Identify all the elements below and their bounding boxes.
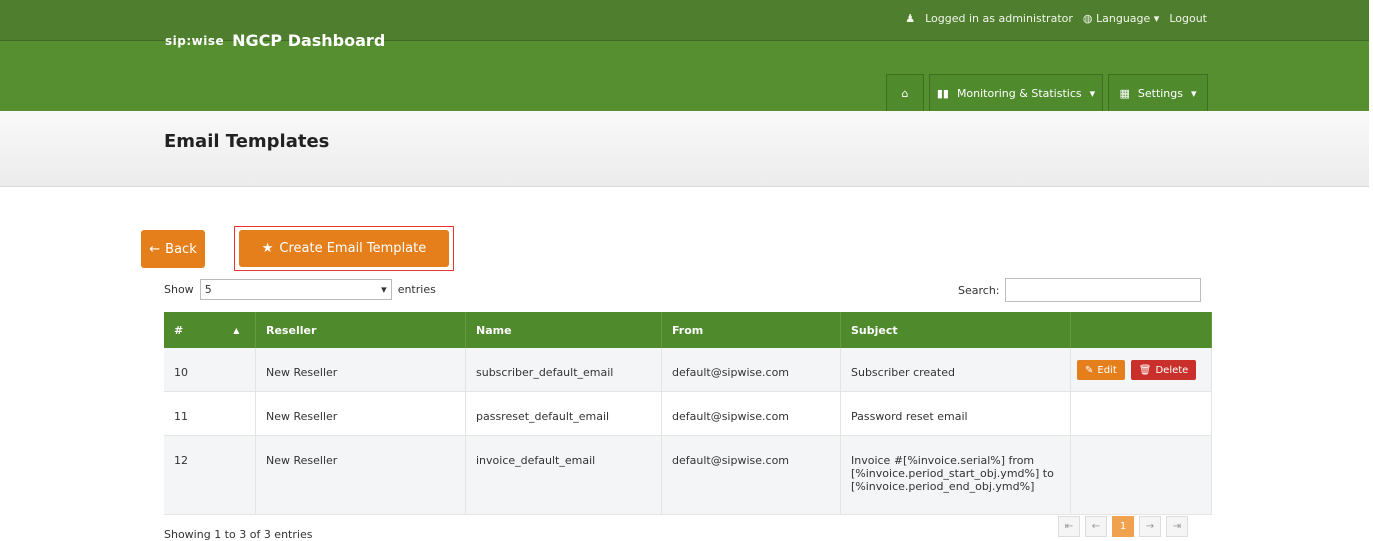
- cell-subject: Invoice #[%invoice.serial%] from [%invoi…: [841, 436, 1071, 514]
- trash-icon: 🗑: [1138, 364, 1152, 376]
- cell-from: default@sipwise.com: [662, 436, 841, 514]
- home-icon: ⌂: [901, 86, 909, 100]
- table-row: 11 New Reseller passreset_default_email …: [164, 392, 1212, 441]
- logout-link[interactable]: Logout: [1169, 12, 1207, 25]
- table-row: 10 New Reseller subscriber_default_email…: [164, 348, 1212, 398]
- header-subject[interactable]: Subject: [841, 312, 1071, 348]
- edit-icon: ✎: [1085, 364, 1094, 376]
- delete-button[interactable]: 🗑 Delete: [1130, 360, 1197, 380]
- sort-up-icon: ▲: [233, 325, 240, 335]
- next-page-button[interactable]: →: [1139, 516, 1161, 537]
- edit-button[interactable]: ✎ Edit: [1077, 360, 1125, 380]
- row-actions-empty: [1071, 392, 1212, 441]
- page-title: Email Templates: [164, 131, 330, 152]
- cell-reseller: New Reseller: [256, 348, 466, 398]
- monitoring-button[interactable]: ▮▮ Monitoring & Statistics ▾: [929, 74, 1103, 112]
- header-name[interactable]: Name: [466, 312, 662, 348]
- page-size-select[interactable]: 5 ▾: [199, 279, 392, 300]
- row-actions-empty: [1071, 436, 1212, 514]
- page-1-button[interactable]: 1: [1112, 516, 1134, 537]
- monitoring-label: Monitoring & Statistics: [956, 86, 1082, 100]
- title-bar: Email Templates: [0, 111, 1369, 187]
- cell-name: invoice_default_email: [466, 436, 662, 514]
- header-reseller[interactable]: Reseller: [256, 312, 466, 348]
- cell-from: default@sipwise.com: [662, 392, 841, 441]
- star-icon: ★: [261, 241, 274, 256]
- create-button-highlight: ★ Create Email Template: [234, 226, 454, 271]
- last-page-button[interactable]: ⇥: [1166, 516, 1188, 537]
- cell-reseller: New Reseller: [256, 392, 466, 441]
- brand: sip:wise NGCP Dashboard: [165, 31, 385, 50]
- chevron-down-icon: ▾: [381, 283, 387, 296]
- settings-label: Settings: [1137, 86, 1183, 100]
- row-actions: ✎ Edit 🗑 Delete: [1071, 348, 1212, 398]
- sipwise-logo: sip:wise: [165, 33, 225, 48]
- show-entries: Show 5 ▾ entries: [164, 279, 436, 300]
- arrow-left-icon: ←: [149, 241, 161, 257]
- chevron-down-icon: ▾: [1089, 86, 1096, 100]
- first-page-button[interactable]: ⇤: [1058, 516, 1080, 537]
- table-info: Showing 1 to 3 of 3 entries: [164, 528, 313, 541]
- home-button[interactable]: ⌂: [886, 74, 924, 112]
- chevron-down-icon: ▾: [1191, 86, 1197, 100]
- previous-page-button[interactable]: ←: [1085, 516, 1107, 537]
- cell-id: 12: [164, 436, 256, 514]
- search-label: Search:: [958, 283, 1000, 297]
- table-header: # ▲ Reseller Name From Subject: [164, 312, 1212, 348]
- cell-id: 10: [164, 348, 256, 398]
- table-row: 12 New Reseller invoice_default_email de…: [164, 436, 1212, 515]
- brand-title: NGCP Dashboard: [232, 31, 386, 50]
- back-button[interactable]: ← Back: [141, 230, 205, 268]
- header-actions: [1071, 312, 1212, 348]
- cell-subject: Subscriber created: [841, 348, 1071, 398]
- cell-subject: Password reset email: [841, 392, 1071, 441]
- cell-name: passreset_default_email: [466, 392, 662, 441]
- header-from[interactable]: From: [662, 312, 841, 348]
- language-menu[interactable]: ◍ Language ▾: [1083, 12, 1159, 25]
- logged-in-label: Logged in as administrator: [925, 12, 1073, 25]
- header-id[interactable]: # ▲: [164, 312, 256, 348]
- pagination: ⇤ ← 1 → ⇥: [1058, 516, 1188, 537]
- top-links: ♟ Logged in as administrator ◍ Language …: [905, 12, 1207, 25]
- search-box: Search:: [958, 278, 1201, 302]
- settings-button[interactable]: ▦ Settings ▾: [1108, 74, 1208, 112]
- cell-name: subscriber_default_email: [466, 348, 662, 398]
- cell-reseller: New Reseller: [256, 436, 466, 514]
- create-email-template-button[interactable]: ★ Create Email Template: [239, 230, 449, 267]
- grid-icon: ▦: [1119, 86, 1130, 100]
- email-templates-table: # ▲ Reseller Name From Subject 10 New Res…: [164, 312, 1212, 515]
- search-input[interactable]: [1004, 278, 1201, 302]
- user-icon: ♟: [905, 12, 916, 25]
- cell-id: 11: [164, 392, 256, 441]
- stats-icon: ▮▮: [936, 86, 949, 100]
- cell-from: default@sipwise.com: [662, 348, 841, 398]
